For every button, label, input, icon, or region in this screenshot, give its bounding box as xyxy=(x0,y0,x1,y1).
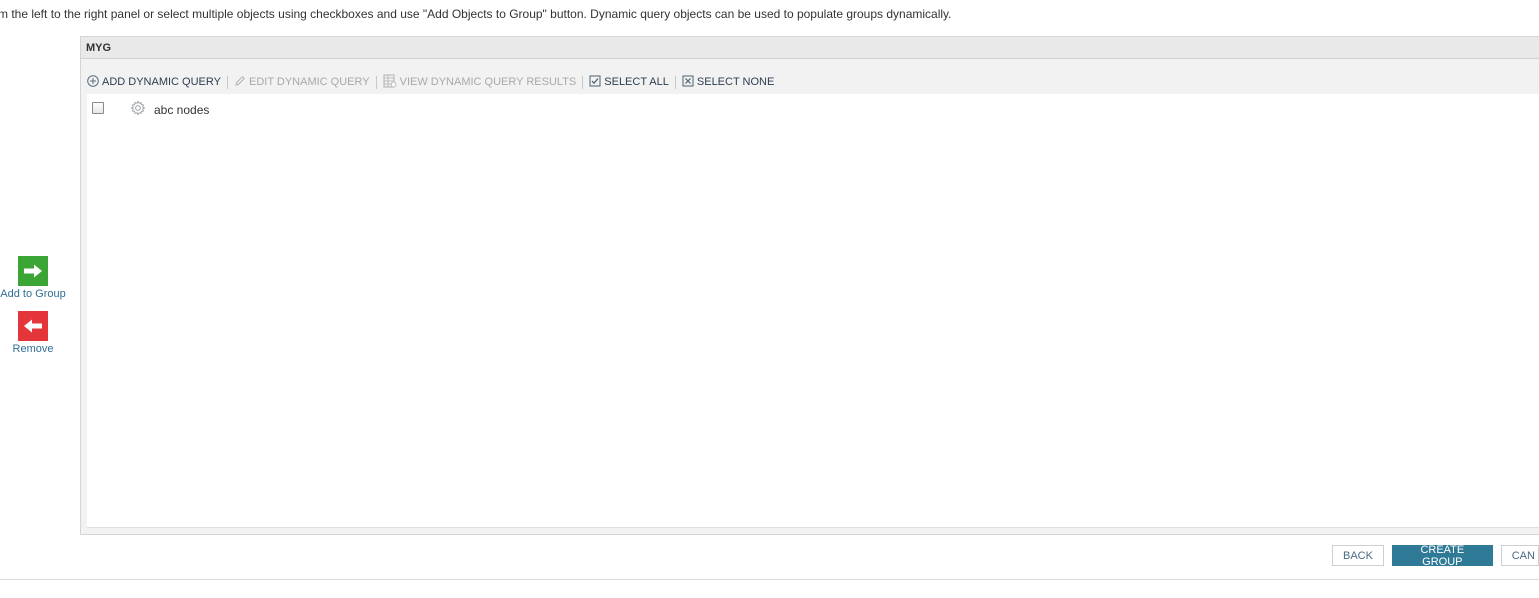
back-button[interactable]: BACK xyxy=(1332,545,1384,566)
pencil-icon xyxy=(234,75,246,90)
view-dynamic-query-results-label: VIEW DYNAMIC QUERY RESULTS xyxy=(399,76,577,88)
row-checkbox[interactable] xyxy=(92,102,104,114)
results-table-icon xyxy=(383,74,397,91)
group-panel: MYG ADD DYNAMIC QUERY EDIT DYNAMIC QUERY xyxy=(80,36,1539,535)
list-item[interactable]: abc nodes xyxy=(87,94,1539,124)
add-dynamic-query-button[interactable]: ADD DYNAMIC QUERY xyxy=(87,74,227,90)
edit-dynamic-query-label: EDIT DYNAMIC QUERY xyxy=(248,76,370,88)
divider xyxy=(0,579,1539,580)
remove-button[interactable]: Remove xyxy=(0,311,66,355)
cancel-button[interactable]: CAN xyxy=(1500,545,1539,566)
select-all-label: SELECT ALL xyxy=(604,76,669,88)
select-none-label: SELECT NONE xyxy=(696,76,775,88)
side-actions: Add to Group Remove xyxy=(0,256,66,366)
add-to-group-button[interactable]: Add to Group xyxy=(0,256,66,300)
create-group-button[interactable]: CREATE GROUP xyxy=(1391,544,1493,568)
crossed-box-icon xyxy=(682,75,694,90)
plus-circle-icon xyxy=(87,74,99,90)
panel-title: MYG xyxy=(81,37,1539,59)
select-none-button[interactable]: SELECT NONE xyxy=(676,75,780,90)
list-item-label: abc nodes xyxy=(154,103,210,117)
panel-toolbar: ADD DYNAMIC QUERY EDIT DYNAMIC QUERY VIE… xyxy=(87,70,780,94)
checked-box-icon xyxy=(589,75,601,90)
remove-label[interactable]: Remove xyxy=(13,343,54,355)
footer-actions: BACK CREATE GROUP CAN xyxy=(1332,544,1539,568)
select-all-button[interactable]: SELECT ALL xyxy=(583,75,675,90)
arrow-left-icon[interactable] xyxy=(18,311,48,341)
group-members-list: abc nodes xyxy=(87,94,1539,528)
gear-icon xyxy=(130,100,146,121)
arrow-right-icon[interactable] xyxy=(18,256,48,286)
instructions-text: m the left to the right panel or select … xyxy=(0,7,952,21)
view-dynamic-query-results-button[interactable]: VIEW DYNAMIC QUERY RESULTS xyxy=(377,74,583,91)
add-dynamic-query-label: ADD DYNAMIC QUERY xyxy=(102,76,221,88)
edit-dynamic-query-button[interactable]: EDIT DYNAMIC QUERY xyxy=(228,75,376,90)
add-to-group-label[interactable]: Add to Group xyxy=(0,288,65,300)
